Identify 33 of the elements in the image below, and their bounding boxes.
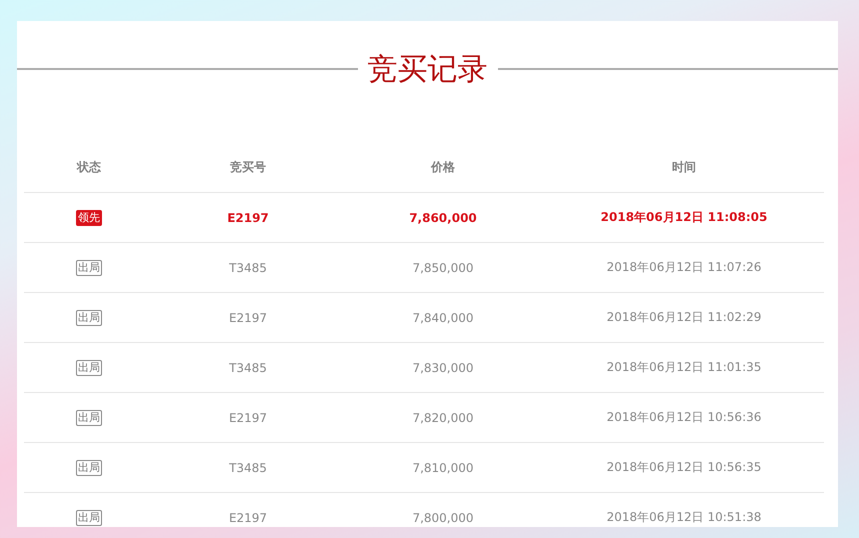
column-header: 时间 bbox=[672, 159, 696, 176]
bid-price: 7,830,000 bbox=[412, 360, 474, 374]
bid-price: 7,840,000 bbox=[412, 310, 474, 324]
status-badge: 出局 bbox=[76, 310, 102, 326]
bid-time: 2018年06月12日 11:07:26 bbox=[606, 259, 762, 276]
bid-price: 7,860,000 bbox=[409, 210, 477, 224]
status-badge: 出局 bbox=[76, 410, 102, 426]
page-title: 竞买记录 bbox=[366, 50, 488, 88]
status-badge: 出局 bbox=[76, 260, 102, 276]
bid-time: 2018年06月12日 10:51:38 bbox=[606, 509, 762, 526]
bidder-number: T3485 bbox=[229, 260, 267, 274]
bid-time: 2018年06月12日 10:56:35 bbox=[606, 459, 762, 476]
bid-price: 7,820,000 bbox=[412, 410, 474, 424]
column-header: 竞买号 bbox=[230, 159, 266, 176]
column-header: 状态 bbox=[77, 159, 101, 176]
bidder-number: E2197 bbox=[228, 310, 268, 324]
bidder-number: E2197 bbox=[228, 510, 268, 524]
bidder-number: E2197 bbox=[227, 210, 269, 224]
bid-time: 2018年06月12日 11:02:29 bbox=[606, 309, 762, 326]
bid-price: 7,850,000 bbox=[412, 260, 474, 274]
bidder-number: T3485 bbox=[229, 460, 267, 474]
status-badge: 出局 bbox=[76, 460, 102, 476]
status-badge: 领先 bbox=[76, 210, 102, 226]
bid-time: 2018年06月12日 11:08:05 bbox=[600, 209, 768, 226]
bidder-number: E2197 bbox=[228, 410, 268, 424]
column-header: 价格 bbox=[431, 159, 455, 176]
bid-time: 2018年06月12日 10:56:36 bbox=[606, 409, 762, 426]
bid-price: 7,810,000 bbox=[412, 460, 474, 474]
bid-price: 7,800,000 bbox=[412, 510, 474, 524]
bidder-number: T3485 bbox=[229, 360, 267, 374]
status-badge: 出局 bbox=[76, 360, 102, 376]
status-badge: 出局 bbox=[76, 510, 102, 526]
bid-time: 2018年06月12日 11:01:35 bbox=[606, 359, 762, 376]
